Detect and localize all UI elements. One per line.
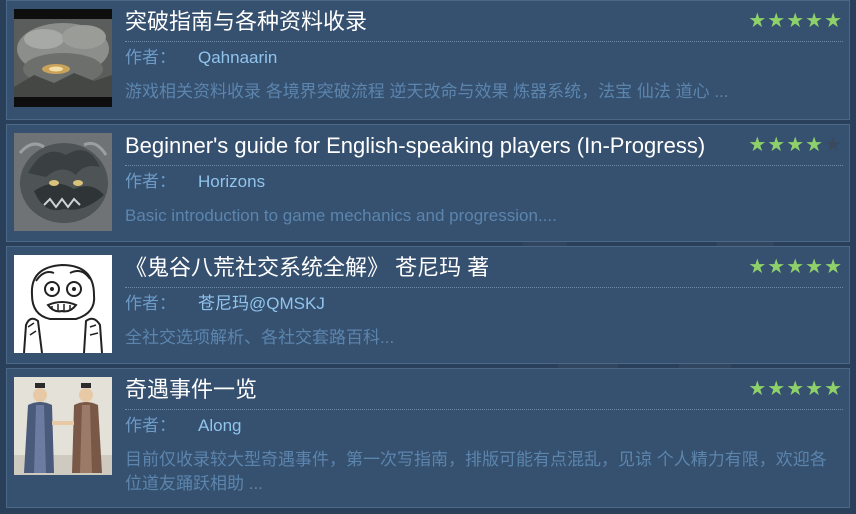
star-filled-icon: ★ <box>786 8 806 32</box>
dragon-thumbnail[interactable] <box>14 133 112 231</box>
star-filled-icon: ★ <box>767 132 787 156</box>
author-name[interactable]: Qahnaarin <box>198 48 277 67</box>
star-filled-icon: ★ <box>786 132 806 156</box>
author-label: 作者： <box>125 294 176 313</box>
divider <box>125 165 843 166</box>
author-label: 作者： <box>125 416 176 435</box>
guide-title[interactable]: 突破指南与各种资料收录 <box>125 7 367 37</box>
guide-description: 游戏相关资料收录 各境界突破流程 逆天改命与效果 炼器系统，法宝 仙法 道心 .… <box>125 82 729 101</box>
star-filled-icon: ★ <box>767 254 787 278</box>
star-filled-icon: ★ <box>824 376 843 400</box>
guide-item[interactable]: 突破指南与各种资料收录 ★★★★★ 作者： Qahnaarin 游戏相关资料收录 … <box>6 0 850 120</box>
guide-description: Basic introduction to game mechanics and… <box>125 206 557 225</box>
meme-face-thumbnail[interactable] <box>14 255 112 353</box>
star-filled-icon: ★ <box>824 8 843 32</box>
star-filled-icon: ★ <box>748 254 768 278</box>
misty-landscape-thumbnail[interactable] <box>14 9 112 107</box>
star-filled-icon: ★ <box>786 254 806 278</box>
guide-author: 作者： Qahnaarin <box>125 45 277 71</box>
author-name[interactable]: 苍尼玛@QMSKJ <box>198 294 325 313</box>
star-filled-icon: ★ <box>767 8 787 32</box>
guide-title[interactable]: 《鬼谷八荒社交系统全解》 苍尼玛 著 <box>125 253 489 283</box>
star-filled-icon: ★ <box>805 376 825 400</box>
guide-author: 作者： Along <box>125 413 241 439</box>
author-label: 作者： <box>125 48 176 67</box>
guide-author: 作者： 苍尼玛@QMSKJ <box>125 291 325 317</box>
star-empty-icon: ★ <box>824 132 843 156</box>
star-filled-icon: ★ <box>824 254 843 278</box>
guide-description: 全社交选项解析、各社交套路百科... <box>125 328 395 347</box>
star-filled-icon: ★ <box>748 132 768 156</box>
star-filled-icon: ★ <box>805 254 825 278</box>
star-filled-icon: ★ <box>786 376 806 400</box>
two-scholars-thumbnail[interactable] <box>14 377 112 475</box>
guide-item[interactable]: Beginner's guide for English-speaking pl… <box>6 124 850 242</box>
divider <box>125 287 843 288</box>
guide-author: 作者： Horizons <box>125 169 265 195</box>
author-label: 作者： <box>125 172 176 191</box>
star-filled-icon: ★ <box>748 376 768 400</box>
rating-stars: ★★★★★ <box>748 9 843 31</box>
divider <box>125 409 843 410</box>
guide-title[interactable]: 奇遇事件一览 <box>125 375 257 405</box>
star-filled-icon: ★ <box>767 376 787 400</box>
author-name[interactable]: Along <box>198 416 241 435</box>
guide-item[interactable]: 《鬼谷八荒社交系统全解》 苍尼玛 著 ★★★★★ 作者： 苍尼玛@QMSKJ 全社… <box>6 246 850 364</box>
rating-stars: ★★★★★ <box>748 255 843 277</box>
guide-description: 目前仅收录较大型奇遇事件，第一次写指南，排版可能有点混乱，见谅 个人精力有限，欢… <box>125 450 827 493</box>
star-filled-icon: ★ <box>748 8 768 32</box>
rating-stars: ★★★★★ <box>748 133 843 155</box>
guide-title[interactable]: Beginner's guide for English-speaking pl… <box>125 131 705 161</box>
rating-stars: ★★★★★ <box>748 377 843 399</box>
author-name[interactable]: Horizons <box>198 172 265 191</box>
divider <box>125 41 843 42</box>
star-filled-icon: ★ <box>805 132 825 156</box>
guide-item[interactable]: 奇遇事件一览 ★★★★★ 作者： Along 目前仅收录较大型奇遇事件，第一次写指… <box>6 368 850 508</box>
star-filled-icon: ★ <box>805 8 825 32</box>
